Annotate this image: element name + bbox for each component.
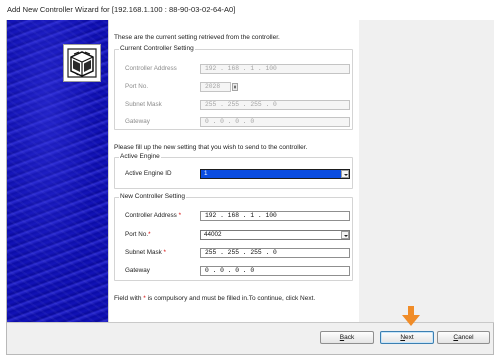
active-engine-label: Active Engine ID xyxy=(125,170,172,177)
next-label-rest: ext xyxy=(405,334,414,341)
current-gateway-label: Gateway xyxy=(125,118,150,125)
chevron-down-icon[interactable] xyxy=(341,231,349,239)
fill-instruction-text: Please fill up the new setting that you … xyxy=(114,144,308,151)
intro-text: These are the current setting retrieved … xyxy=(114,34,280,41)
new-subnet-label: Subnet Mask * xyxy=(125,249,166,256)
active-engine-legend: Active Engine xyxy=(119,153,161,160)
next-button[interactable]: Next xyxy=(380,331,434,344)
window-title: Add New Controller Wizard for [192.168.1… xyxy=(7,5,236,14)
port-spinner-icon xyxy=(232,83,238,91)
cancel-label-rest: ancel xyxy=(458,334,474,341)
current-address-label: Controller Address xyxy=(125,65,177,72)
current-address-field: 192 . 168 . 1 . 100 xyxy=(200,64,350,74)
new-port-select[interactable]: 44002 xyxy=(200,230,350,240)
new-settings-group: New Controller Setting Controller Addres… xyxy=(114,193,353,281)
required-mark: * xyxy=(163,249,166,256)
banner-divider xyxy=(108,20,109,322)
active-engine-select[interactable]: 1 xyxy=(200,169,350,179)
required-note-prefix: Field with xyxy=(114,295,144,302)
right-blank-area xyxy=(359,20,494,322)
required-note-suffix: is compulsory and must be filled in.To c… xyxy=(145,295,316,302)
new-address-label-text: Controller Address xyxy=(125,212,177,219)
active-engine-group: Active Engine Active Engine ID 1 xyxy=(114,153,353,189)
current-settings-group: Current Controller Setting Controller Ad… xyxy=(114,45,353,130)
content-panel: These are the current setting retrieved … xyxy=(108,20,359,322)
new-settings-legend: New Controller Setting xyxy=(119,193,187,200)
current-gateway-field: 0 . 0 . 0 . 0 xyxy=(200,117,350,127)
current-settings-legend: Current Controller Setting xyxy=(119,45,195,52)
cancel-button[interactable]: Cancel xyxy=(437,331,490,344)
back-label-rest: ack xyxy=(344,334,355,341)
new-port-label-text: Port No. xyxy=(125,231,149,238)
active-engine-value: 1 xyxy=(204,170,208,177)
current-subnet-field: 255 . 255 . 255 . 0 xyxy=(200,100,350,110)
required-note: Field with * is compulsory and must be f… xyxy=(114,295,315,302)
new-address-label: Controller Address * xyxy=(125,212,181,219)
chevron-down-icon[interactable] xyxy=(341,170,349,178)
required-mark: * xyxy=(178,212,182,219)
network-wizard-icon xyxy=(63,44,101,82)
down-arrow-icon xyxy=(402,306,420,326)
new-subnet-label-text: Subnet Mask xyxy=(125,249,162,256)
current-subnet-label: Subnet Mask xyxy=(125,101,162,108)
required-mark: * xyxy=(148,231,151,238)
current-port-field: 2028 xyxy=(200,82,231,92)
new-subnet-input[interactable]: 255 . 255 . 255 . 0 xyxy=(200,248,350,258)
current-port-label: Port No. xyxy=(125,83,149,90)
new-gateway-input[interactable]: 0 . 0 . 0 . 0 xyxy=(200,266,350,276)
new-address-input[interactable]: 192 . 168 . 1 . 100 xyxy=(200,211,350,221)
new-port-value: 44002 xyxy=(204,231,222,238)
wizard-banner xyxy=(7,20,108,322)
new-port-label: Port No.* xyxy=(125,231,151,238)
new-gateway-label: Gateway xyxy=(125,267,150,274)
back-button[interactable]: Back xyxy=(320,331,374,344)
